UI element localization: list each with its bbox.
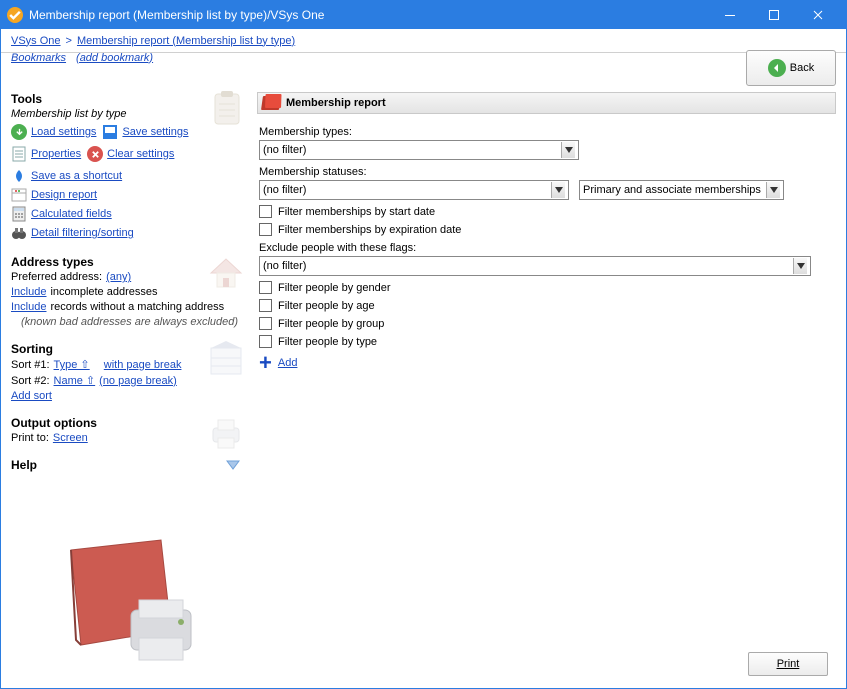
load-settings-link[interactable]: Load settings	[31, 126, 96, 138]
maximize-button[interactable]	[752, 1, 796, 29]
filter-group-checkbox[interactable]	[259, 317, 272, 330]
membership-assoc-value: Primary and associate memberships	[583, 184, 761, 196]
filter-type-label: Filter people by type	[278, 336, 377, 348]
main-panel: Membership report Membership types: (no …	[251, 82, 846, 688]
report-art-icon	[51, 530, 211, 673]
breadcrumb-sep: >	[66, 35, 72, 47]
help-heading: Help	[11, 458, 37, 472]
exclude-flags-select[interactable]: (no filter)	[259, 256, 811, 276]
membership-statuses-select[interactable]: (no filter)	[259, 180, 569, 200]
sort1-type-link[interactable]: Type ⇧	[54, 358, 90, 371]
filter-gender-checkbox[interactable]	[259, 281, 272, 294]
side-panel: Tools Membership list by type Load setti…	[1, 82, 251, 688]
save-icon	[102, 124, 118, 140]
pref-address-link[interactable]: (any)	[106, 271, 131, 283]
membership-types-select[interactable]: (no filter)	[259, 140, 579, 160]
exclude-flags-value: (no filter)	[263, 260, 306, 272]
breadcrumb-page[interactable]: Membership report (Membership list by ty…	[77, 35, 295, 47]
panel-header: Membership report	[257, 92, 836, 114]
address-note: (known bad addresses are always excluded…	[21, 316, 243, 328]
include-nomatch-link[interactable]: Include	[11, 301, 46, 313]
membership-statuses-label: Membership statuses:	[259, 166, 834, 178]
include-nomatch-text: records without a matching address	[50, 301, 224, 313]
filter-exp-checkbox[interactable]	[259, 223, 272, 236]
house-faded-icon	[205, 251, 247, 296]
save-settings-link[interactable]: Save settings	[122, 126, 188, 138]
add-plus-icon: +	[259, 356, 272, 370]
filter-start-label: Filter memberships by start date	[278, 206, 435, 218]
window-title: Membership report (Membership list by ty…	[29, 8, 708, 22]
minimize-button[interactable]	[708, 1, 752, 29]
printer-faded-icon	[205, 412, 247, 457]
bookmarks-link[interactable]: Bookmarks	[11, 52, 66, 64]
back-arrow-icon	[768, 59, 786, 77]
clear-icon	[87, 146, 103, 162]
design-report-link[interactable]: Design report	[31, 189, 97, 201]
close-button[interactable]	[796, 1, 840, 29]
detail-filter-link[interactable]: Detail filtering/sorting	[31, 227, 134, 239]
dropdown-arrow-icon	[561, 142, 575, 158]
calc-icon	[11, 206, 27, 222]
sort1-label: Sort #1:	[11, 359, 50, 371]
shortcut-icon	[11, 168, 27, 184]
add-sort-link[interactable]: Add sort	[11, 390, 52, 402]
sort2-pagebreak-link[interactable]: (no page break)	[99, 375, 177, 387]
breadcrumb: VSys One > Membership report (Membership…	[1, 29, 846, 53]
clipboard-faded-icon	[207, 88, 247, 131]
help-expand-icon[interactable]	[225, 459, 241, 474]
include-incomplete-link[interactable]: Include	[11, 286, 46, 298]
app-icon	[7, 7, 23, 23]
back-button-label: Back	[790, 62, 814, 74]
add-bookmark-link[interactable]: (add bookmark)	[76, 52, 153, 64]
binoculars-icon	[11, 225, 27, 241]
filter-exp-label: Filter memberships by expiration date	[278, 224, 461, 236]
panel-title: Membership report	[286, 97, 386, 109]
membership-types-label: Membership types:	[259, 126, 834, 138]
design-icon	[11, 187, 27, 203]
exclude-flags-label: Exclude people with these flags:	[259, 242, 834, 254]
dropdown-arrow-icon	[793, 258, 807, 274]
filter-age-label: Filter people by age	[278, 300, 375, 312]
calc-fields-link[interactable]: Calculated fields	[31, 208, 112, 220]
back-button[interactable]: Back	[746, 50, 836, 86]
filter-start-checkbox[interactable]	[259, 205, 272, 218]
sort1-pagebreak-link[interactable]: with page break	[104, 359, 182, 371]
filter-gender-label: Filter people by gender	[278, 282, 391, 294]
sort2-name-link[interactable]: Name ⇧	[54, 374, 96, 387]
calendar-faded-icon	[205, 338, 247, 383]
clear-settings-link[interactable]: Clear settings	[107, 148, 174, 160]
membership-types-value: (no filter)	[263, 144, 306, 156]
add-filter-link[interactable]: Add	[278, 357, 298, 369]
filter-group-label: Filter people by group	[278, 318, 384, 330]
sort2-label: Sort #2:	[11, 375, 50, 387]
printto-link[interactable]: Screen	[53, 432, 88, 444]
report-book-icon	[261, 96, 281, 110]
properties-link[interactable]: Properties	[31, 148, 81, 160]
print-button[interactable]: Print	[748, 652, 828, 676]
breadcrumb-app[interactable]: VSys One	[11, 35, 61, 47]
load-icon	[11, 124, 27, 140]
membership-statuses-value: (no filter)	[263, 184, 306, 196]
bookmarks-row: Bookmarks (add bookmark)	[1, 57, 846, 58]
membership-assoc-select[interactable]: Primary and associate memberships	[579, 180, 784, 200]
dropdown-arrow-icon	[766, 182, 780, 198]
save-shortcut-link[interactable]: Save as a shortcut	[31, 170, 122, 182]
pref-address-label: Preferred address:	[11, 271, 102, 283]
properties-icon	[11, 146, 27, 162]
printto-label: Print to:	[11, 432, 49, 444]
print-button-label: Print	[777, 658, 800, 670]
filter-type-checkbox[interactable]	[259, 335, 272, 348]
filter-age-checkbox[interactable]	[259, 299, 272, 312]
titlebar: Membership report (Membership list by ty…	[1, 1, 846, 29]
include-incomplete-text: incomplete addresses	[50, 286, 157, 298]
dropdown-arrow-icon	[551, 182, 565, 198]
